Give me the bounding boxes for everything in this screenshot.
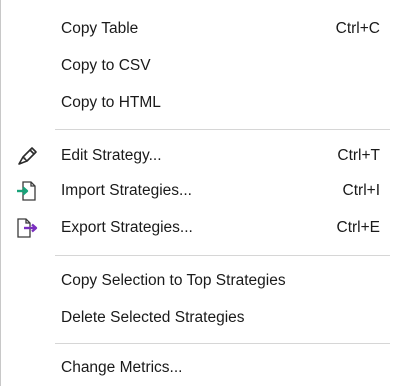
menu-item-label: Copy to HTML <box>61 94 161 111</box>
menu-item-label: Change Metrics... <box>61 359 183 376</box>
menu-item-import-strategies[interactable]: Import Strategies... Ctrl+I <box>0 174 396 208</box>
menu-item-shortcut: Ctrl+E <box>336 219 381 236</box>
menu-item-edit-strategy[interactable]: Edit Strategy... Ctrl+T <box>0 139 396 173</box>
menu-item-label: Export Strategies... <box>61 219 193 236</box>
export-icon <box>14 215 40 241</box>
menu-item-shortcut: Ctrl+C <box>335 20 380 37</box>
menu-item-shortcut: Ctrl+I <box>342 182 380 199</box>
menu-item-label: Copy to CSV <box>61 57 151 74</box>
menu-separator <box>55 129 390 130</box>
import-icon <box>14 178 40 204</box>
menu-separator <box>55 343 390 344</box>
menu-item-label: Copy Table <box>61 20 139 37</box>
menu-item-label: Copy Selection to Top Strategies <box>61 272 286 289</box>
menu-item-delete-selected[interactable]: Delete Selected Strategies <box>0 301 396 335</box>
menu-item-export-strategies[interactable]: Export Strategies... Ctrl+E <box>0 211 396 245</box>
menu-item-copy-to-html[interactable]: Copy to HTML <box>0 86 396 120</box>
menu-item-label: Edit Strategy... <box>61 147 162 164</box>
context-menu: Copy Table Ctrl+C Copy to CSV Copy to HT… <box>0 0 396 386</box>
menu-item-copy-selection-to-top[interactable]: Copy Selection to Top Strategies <box>0 264 396 298</box>
menu-item-label: Import Strategies... <box>61 182 192 199</box>
menu-item-change-metrics[interactable]: Change Metrics... <box>0 351 396 385</box>
menu-item-label: Delete Selected Strategies <box>61 309 245 326</box>
menu-item-copy-to-csv[interactable]: Copy to CSV <box>0 49 396 83</box>
menu-item-copy-table[interactable]: Copy Table Ctrl+C <box>0 12 396 46</box>
pen-icon <box>14 143 40 169</box>
menu-separator <box>55 255 390 256</box>
menu-item-shortcut: Ctrl+T <box>337 147 380 164</box>
